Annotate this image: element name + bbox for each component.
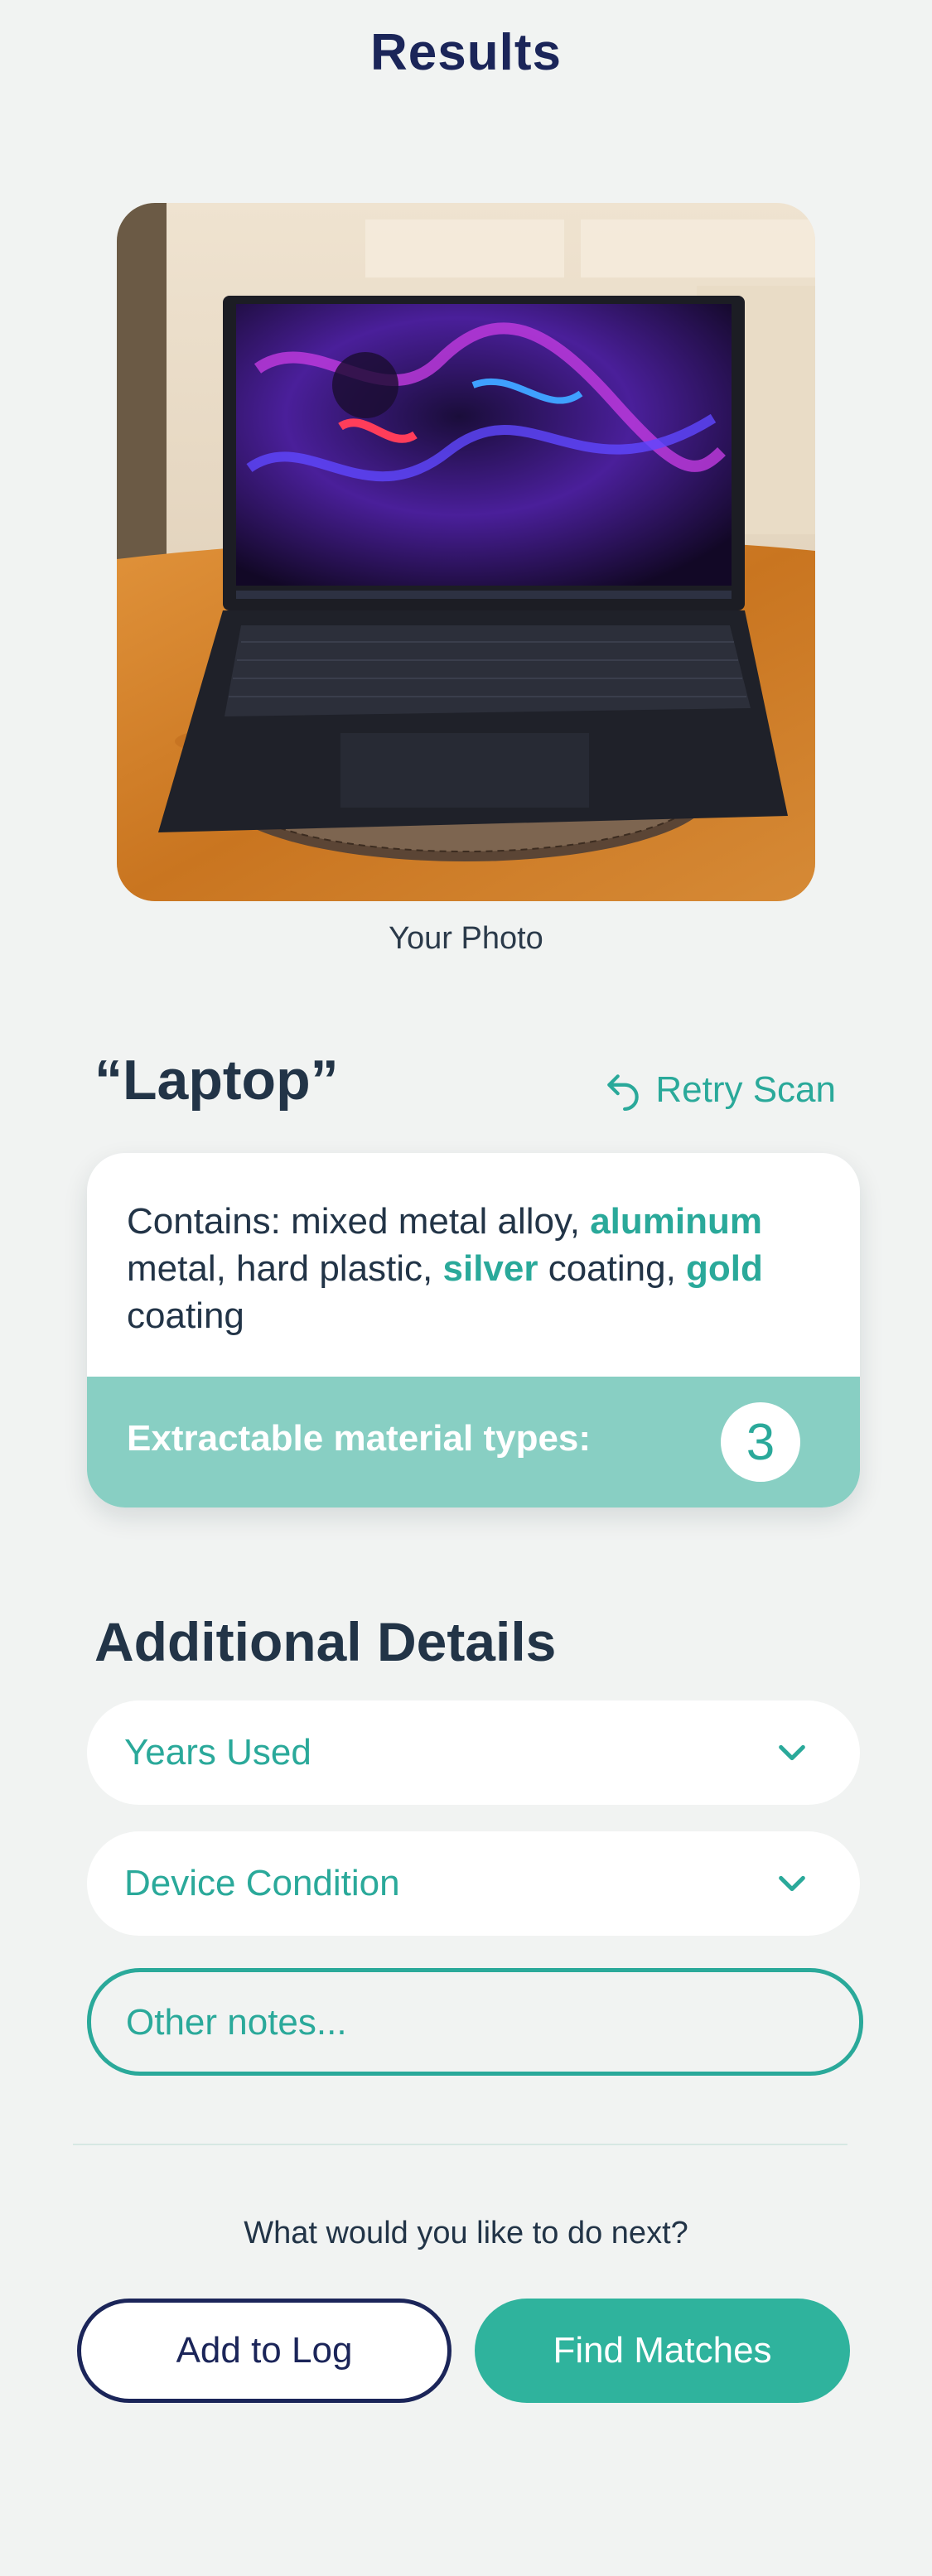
materials-text: Contains: mixed metal alloy, [127,1201,591,1242]
other-notes-field[interactable] [87,1968,863,2076]
materials-card: Contains: mixed metal alloy, aluminum me… [87,1153,860,1507]
materials-text: metal, hard plastic, [127,1248,443,1289]
material-highlight-gold: gold [686,1248,763,1289]
material-highlight-silver: silver [442,1248,538,1289]
chevron-down-icon [779,1744,805,1761]
section-divider [73,2144,847,2145]
materials-description: Contains: mixed metal alloy, aluminum me… [127,1198,823,1339]
material-highlight-aluminum: aluminum [590,1201,762,1242]
additional-details-title: Additional Details [94,1611,557,1672]
retry-scan-label: Retry Scan [655,1069,836,1110]
results-screen: Results Your Photo “Laptop” Retry Scan C… [0,0,932,2576]
scanned-photo [117,203,815,901]
years-used-dropdown[interactable]: Years Used [87,1700,860,1805]
extractable-label: Extractable material types: [127,1418,592,1459]
extractable-count-badge: 3 [721,1402,800,1482]
chevron-down-icon [779,1875,805,1892]
device-condition-dropdown[interactable]: Device Condition [87,1831,860,1936]
other-notes-input[interactable] [124,1972,823,2073]
next-step-prompt: What would you like to do next? [244,2216,688,2250]
undo-icon [607,1074,640,1111]
add-to-log-button[interactable]: Add to Log [77,2299,452,2403]
extractable-materials-bar: Extractable material types: 3 [87,1377,860,1507]
laptop-photo-image [117,203,815,901]
materials-text: coating, [538,1248,687,1289]
photo-caption: Your Photo [389,921,543,956]
device-condition-label: Device Condition [124,1863,400,1903]
page-title: Results [370,24,562,81]
find-matches-button[interactable]: Find Matches [475,2299,850,2403]
retry-scan-button[interactable]: Retry Scan [602,1065,836,1115]
detected-item-name: “Laptop” [94,1049,339,1112]
years-used-label: Years Used [124,1732,311,1773]
materials-text: coating [127,1295,244,1336]
